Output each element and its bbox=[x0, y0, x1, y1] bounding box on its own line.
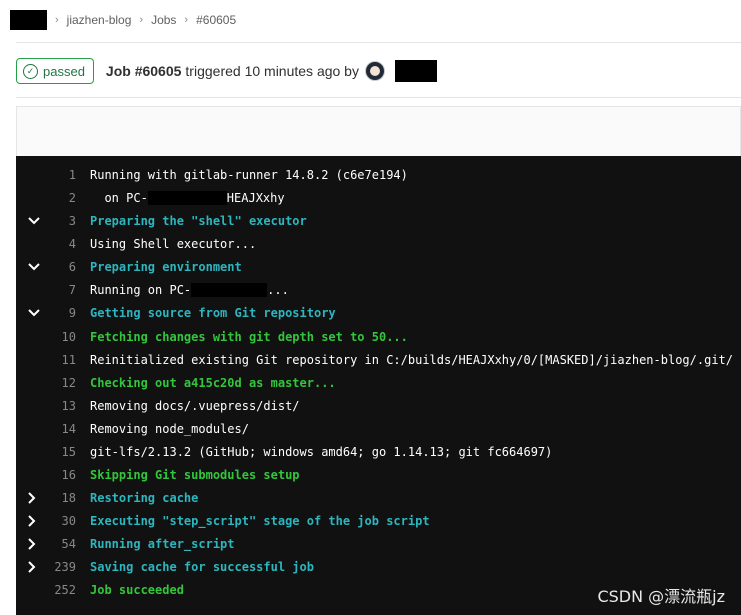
line-number[interactable]: 16 bbox=[46, 468, 76, 482]
log-text: Getting source from Git repository bbox=[90, 306, 336, 320]
line-number[interactable]: 239 bbox=[46, 560, 76, 574]
line-number[interactable]: 30 bbox=[46, 514, 76, 528]
line-number[interactable]: 15 bbox=[46, 445, 76, 459]
chevron-right-icon[interactable] bbox=[28, 538, 42, 550]
log-text: Using Shell executor... bbox=[90, 237, 257, 251]
chevron-down-icon[interactable] bbox=[28, 263, 42, 271]
log-line: 15 git-lfs/2.13.2 (GitHub; windows amd64;… bbox=[16, 441, 741, 463]
log-line[interactable]: 30 Executing "step_script" stage of the j… bbox=[16, 510, 741, 532]
log-text: Removing node_modules/ bbox=[90, 422, 249, 436]
line-number[interactable]: 11 bbox=[46, 353, 76, 367]
log-text-prefix: on PC- bbox=[90, 190, 148, 205]
chevron-right-icon: › bbox=[184, 14, 189, 26]
log-line: 2 on PC- HEAJXxhy bbox=[16, 187, 741, 209]
chevron-right-icon: › bbox=[139, 14, 144, 26]
status-label: passed bbox=[43, 63, 85, 79]
redacted-username bbox=[394, 60, 437, 82]
log-line: 1 Running with gitlab-runner 14.8.2 (c6e7… bbox=[16, 164, 741, 186]
line-number[interactable]: 6 bbox=[46, 260, 76, 274]
log-text: Removing docs/.vuepress/dist/ bbox=[90, 399, 300, 413]
log-text: Saving cache for successful job bbox=[90, 560, 314, 574]
log-text: Job succeeded bbox=[90, 583, 184, 597]
log-line: 11 Reinitialized existing Git repository … bbox=[16, 349, 741, 371]
redacted-group-name bbox=[10, 10, 47, 30]
log-toolbar bbox=[16, 106, 741, 157]
breadcrumb-project-link[interactable]: jiazhen-blog bbox=[67, 13, 132, 27]
line-number[interactable]: 12 bbox=[46, 376, 76, 390]
log-text: Skipping Git submodules setup bbox=[90, 468, 300, 482]
log-line[interactable]: 54 Running after_script bbox=[16, 533, 741, 555]
breadcrumb: › jiazhen-blog › Jobs › #60605 bbox=[10, 9, 236, 31]
chevron-down-icon[interactable] bbox=[28, 309, 42, 317]
watermark: CSDN @漂流瓶jz bbox=[597, 587, 725, 606]
log-text: Fetching changes with git depth set to 5… bbox=[90, 330, 408, 344]
log-text-prefix: Running on PC- bbox=[90, 282, 192, 297]
log-text: Executing "step_script" stage of the job… bbox=[90, 514, 430, 528]
chevron-right-icon[interactable] bbox=[28, 561, 42, 573]
log-text: Reinitialized existing Git repository in… bbox=[90, 353, 733, 367]
chevron-right-icon: › bbox=[55, 14, 59, 26]
log-text: Preparing environment bbox=[90, 260, 242, 274]
job-trigger-meta: triggered 10 minutes ago by bbox=[185, 63, 359, 79]
divider bbox=[16, 42, 741, 43]
redacted-hostname bbox=[147, 191, 227, 206]
chevron-down-icon[interactable] bbox=[28, 217, 42, 225]
line-number[interactable]: 9 bbox=[46, 306, 76, 320]
avatar[interactable] bbox=[364, 61, 385, 81]
log-line[interactable]: 3 Preparing the "shell" executor bbox=[16, 210, 741, 232]
line-number[interactable]: 14 bbox=[46, 422, 76, 436]
divider bbox=[16, 97, 741, 98]
log-line[interactable]: 6 Preparing environment bbox=[16, 256, 741, 278]
log-text: Running with gitlab-runner 14.8.2 (c6e7e… bbox=[90, 168, 408, 182]
log-line: 10 Fetching changes with git depth set to… bbox=[16, 326, 741, 348]
log-line[interactable]: 18 Restoring cache bbox=[16, 487, 741, 509]
line-number[interactable]: 54 bbox=[46, 537, 76, 551]
job-title: Job #60605 bbox=[105, 63, 182, 79]
check-circle-icon: ✓ bbox=[23, 63, 38, 79]
log-text: Checking out a415c20d as master... bbox=[90, 376, 336, 390]
chevron-right-icon[interactable] bbox=[28, 492, 42, 504]
log-text-suffix: HEAJXxhy bbox=[226, 190, 285, 205]
breadcrumb-job-id-link[interactable]: #60605 bbox=[196, 13, 236, 27]
job-header: ✓ passed Job #60605 triggered 10 minutes… bbox=[16, 58, 437, 84]
redacted-hostname bbox=[191, 283, 268, 298]
line-number[interactable]: 2 bbox=[46, 191, 76, 205]
log-line: 13 Removing docs/.vuepress/dist/ bbox=[16, 395, 741, 417]
line-number[interactable]: 7 bbox=[46, 283, 76, 297]
line-number[interactable]: 3 bbox=[46, 214, 76, 228]
line-number[interactable]: 10 bbox=[46, 330, 76, 344]
log-text: Restoring cache bbox=[90, 491, 199, 505]
log-text: on PC- HEAJXxhy bbox=[90, 191, 285, 206]
log-line[interactable]: 239 Saving cache for successful job bbox=[16, 556, 741, 578]
log-line: 4 Using Shell executor... bbox=[16, 233, 741, 255]
log-line: 7 Running on PC-... bbox=[16, 279, 741, 301]
log-line: 12 Checking out a415c20d as master... bbox=[16, 372, 741, 394]
breadcrumb-jobs-link[interactable]: Jobs bbox=[151, 13, 176, 27]
line-number[interactable]: 18 bbox=[46, 491, 76, 505]
log-text: Preparing the "shell" executor bbox=[90, 214, 307, 228]
log-text-suffix: ... bbox=[267, 282, 289, 297]
log-line: 14 Removing node_modules/ bbox=[16, 418, 741, 440]
log-text: Running on PC-... bbox=[90, 283, 289, 298]
line-number[interactable]: 4 bbox=[46, 237, 76, 251]
line-number[interactable]: 13 bbox=[46, 399, 76, 413]
line-number[interactable]: 1 bbox=[46, 168, 76, 182]
log-text: Running after_script bbox=[90, 537, 235, 551]
status-badge[interactable]: ✓ passed bbox=[16, 58, 94, 84]
line-number[interactable]: 252 bbox=[46, 583, 76, 597]
log-line[interactable]: 9 Getting source from Git repository bbox=[16, 302, 741, 324]
log-line: 16 Skipping Git submodules setup bbox=[16, 464, 741, 486]
log-text: git-lfs/2.13.2 (GitHub; windows amd64; g… bbox=[90, 445, 553, 459]
job-log: 1 Running with gitlab-runner 14.8.2 (c6e7… bbox=[16, 156, 741, 615]
chevron-right-icon[interactable] bbox=[28, 515, 42, 527]
